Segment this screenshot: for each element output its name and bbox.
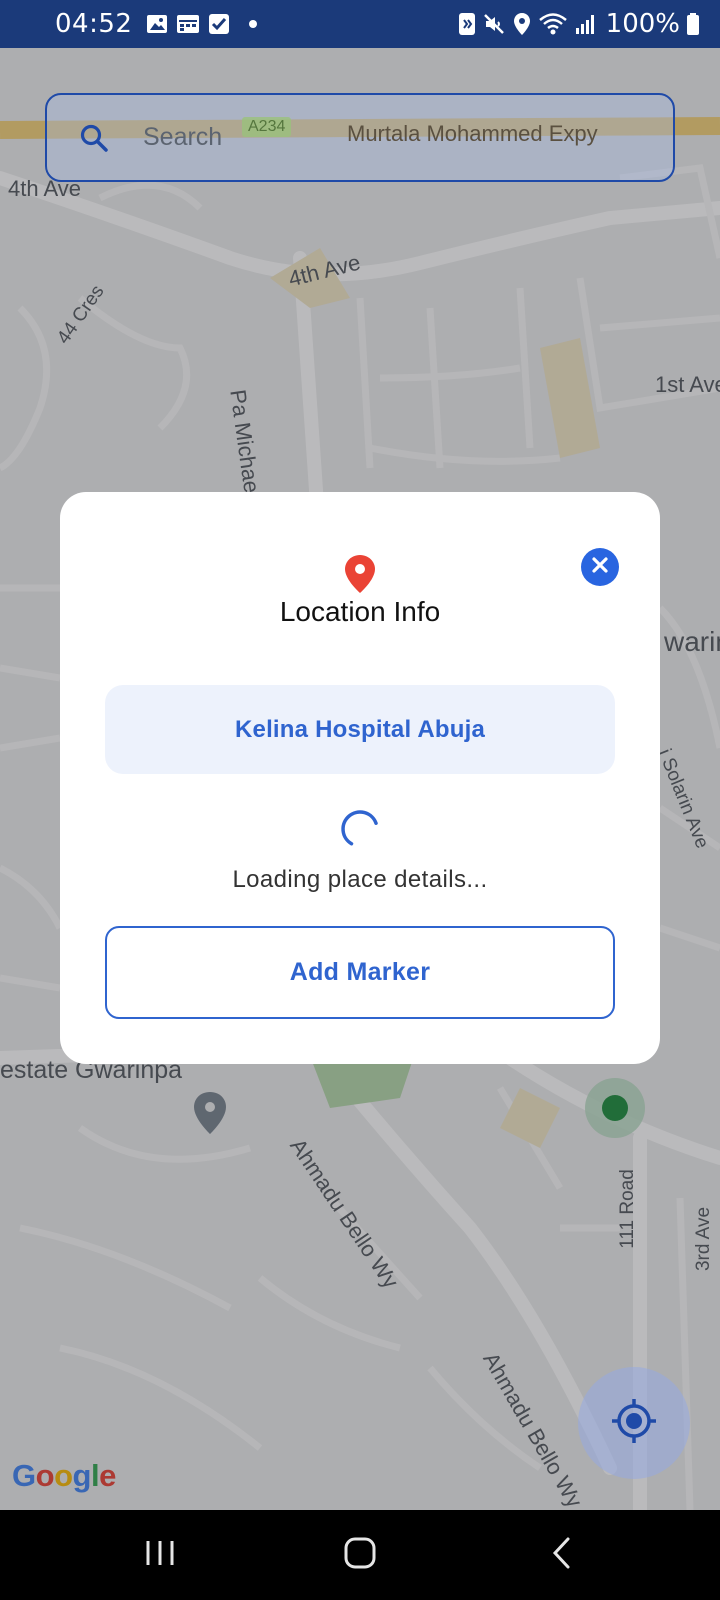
- add-marker-label: Add Marker: [289, 958, 431, 986]
- status-time: 04:52: [55, 9, 133, 39]
- location-icon: [512, 12, 532, 36]
- search-placeholder: Search: [143, 123, 223, 151]
- location-info-dialog: Location Info Kelina Hospital Abuja Load…: [60, 492, 660, 1064]
- close-button[interactable]: [581, 548, 619, 586]
- place-name: Kelina Hospital Abuja: [234, 715, 485, 743]
- search-icon: [79, 123, 109, 153]
- wifi-icon: [538, 12, 568, 36]
- location-pin-icon: [343, 554, 377, 594]
- checkbox-icon: [208, 13, 230, 35]
- place-name-chip: Kelina Hospital Abuja: [105, 685, 615, 774]
- close-icon: [591, 556, 609, 579]
- battery-icon: [686, 12, 700, 36]
- loading-spinner: [337, 806, 383, 852]
- signal-icon: [574, 12, 596, 36]
- battery-percent: 100%: [605, 9, 680, 39]
- crosshair-icon: [609, 1396, 659, 1451]
- dialog-title: Location Info: [279, 596, 441, 627]
- home-button[interactable]: [330, 1532, 390, 1578]
- status-bar: 04:52 100%: [0, 0, 720, 48]
- recent-apps-icon: [144, 1538, 176, 1573]
- search-input[interactable]: Search A234 Murtala Mohammed Expy: [45, 93, 675, 182]
- calendar-icon: [176, 13, 200, 35]
- loading-text: Loading place details...: [232, 866, 488, 893]
- my-location-button[interactable]: [578, 1367, 690, 1479]
- map-label-murtala-mohammed-expy: Murtala Mohammed Expy: [347, 121, 598, 146]
- back-button[interactable]: [532, 1532, 592, 1578]
- nfc-icon: [458, 12, 476, 36]
- highway-shield: A234: [242, 117, 292, 137]
- system-nav-bar: [0, 1510, 720, 1600]
- back-chevron-icon: [550, 1536, 574, 1575]
- recent-apps-button[interactable]: [130, 1532, 190, 1578]
- home-icon: [343, 1536, 377, 1575]
- add-marker-button[interactable]: Add Marker: [105, 926, 615, 1019]
- mute-icon: [482, 12, 506, 36]
- image-icon: [146, 13, 168, 35]
- dot-icon: [248, 19, 258, 29]
